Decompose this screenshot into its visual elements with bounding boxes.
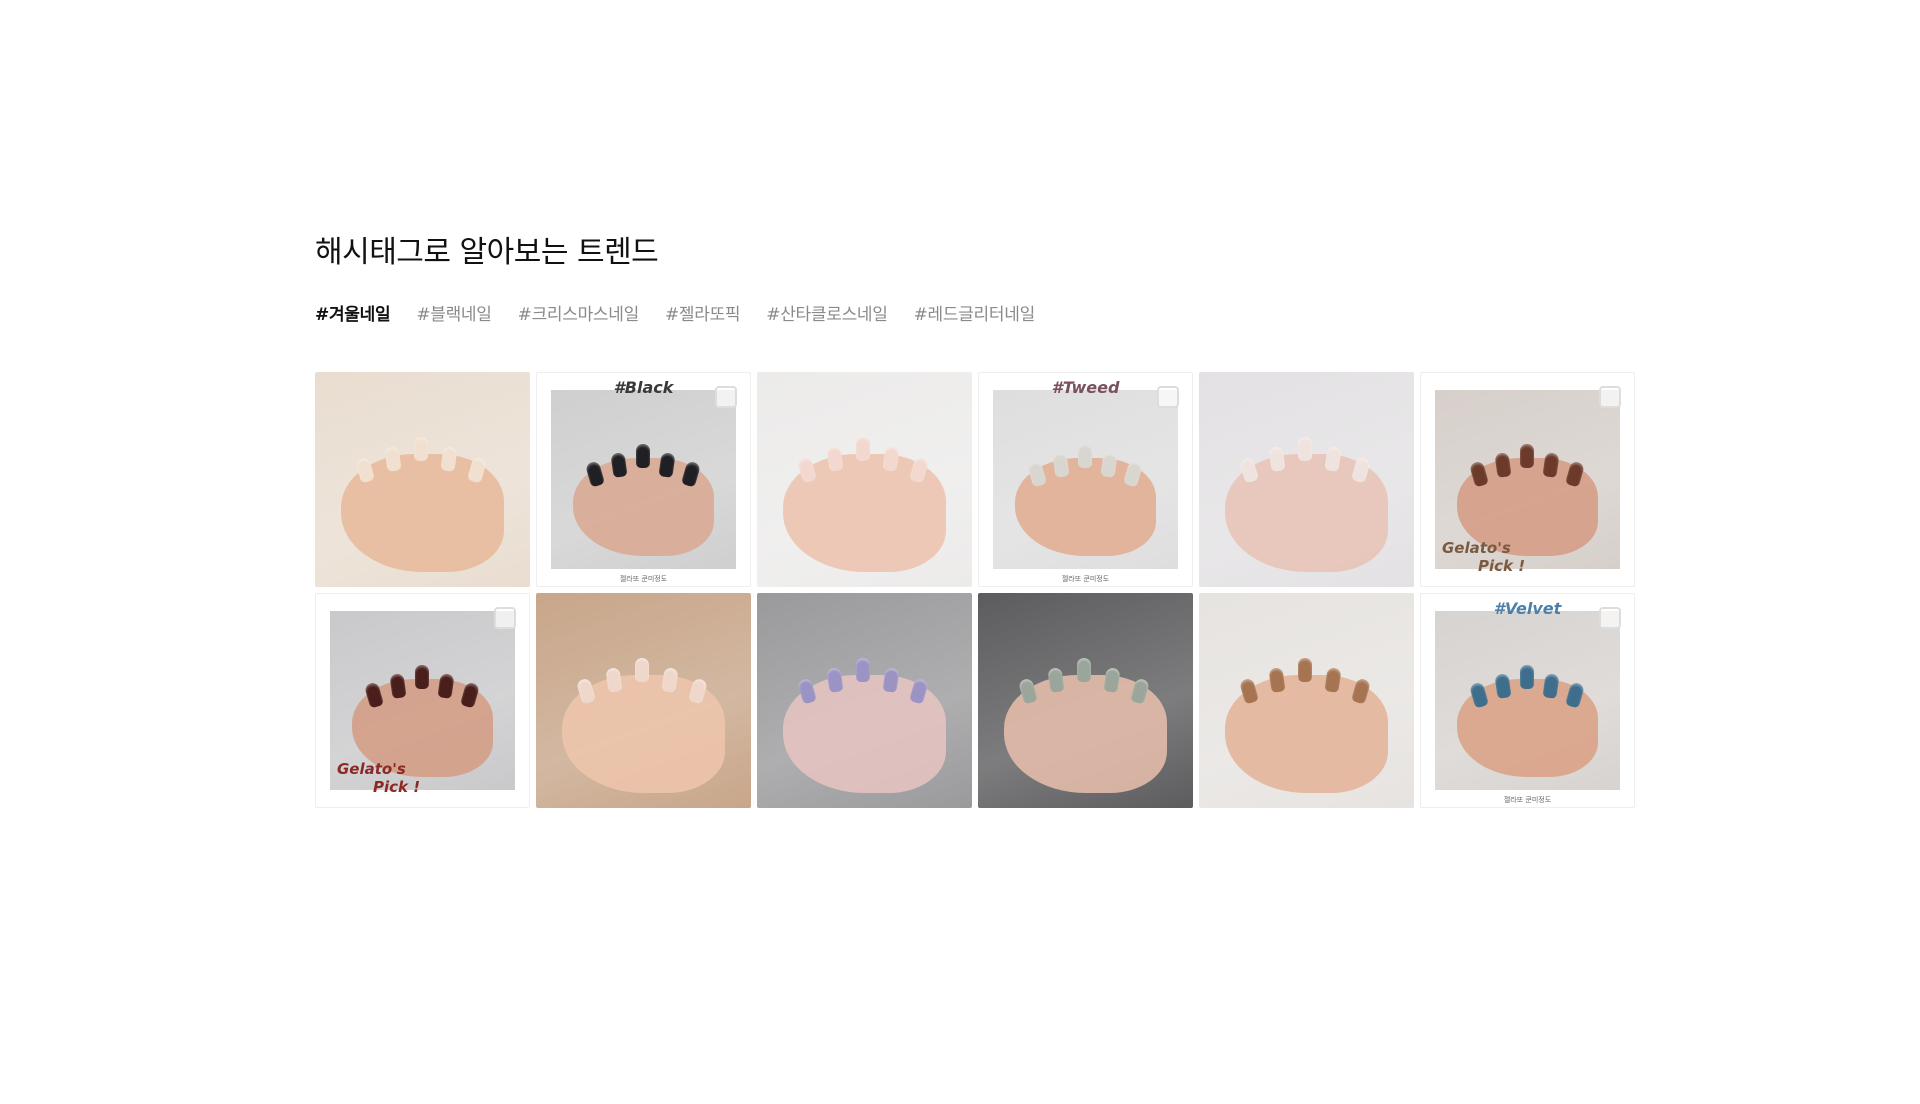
nail-shape (415, 664, 430, 689)
nail-shape (605, 667, 623, 694)
tag-christmas-nail[interactable]: #크리스마스네일 (518, 300, 640, 325)
pick-line-1: Gelato's (337, 760, 406, 778)
hashtag-tab-list: #겨울네일 #블랙네일 #크리스마스네일 #젤라또픽 #산타클로스네일 #레드글… (315, 300, 1635, 325)
section-title: 해시태그로 알아보는 트렌드 (315, 235, 659, 270)
nail-shape (1052, 451, 1070, 478)
nail-tile-1[interactable] (315, 372, 530, 587)
nail-tile-12[interactable]: #Velvet 젤라또 쿤미정도 (1420, 593, 1635, 808)
gelato-pick-badge: Gelato's Pick ! (1442, 539, 1525, 575)
gelato-pick-badge: Gelato's Pick ! (337, 760, 420, 796)
nail-shape (1268, 667, 1286, 694)
select-checkbox-icon[interactable] (1599, 386, 1621, 408)
nail-shape (413, 436, 428, 461)
nail-shape (636, 443, 651, 468)
nail-shape (855, 436, 870, 461)
nail-tile-3[interactable] (757, 372, 972, 587)
nail-tile-7[interactable]: Gelato's Pick ! (315, 593, 530, 808)
nail-shape (1520, 443, 1535, 468)
nail-shape (1520, 664, 1535, 689)
pick-line-1: Gelato's (1442, 539, 1511, 557)
photo-caption: 젤라또 쿤미정도 (1061, 575, 1110, 583)
nail-tile-8[interactable] (536, 593, 751, 808)
nail-tile-6[interactable]: Gelato's Pick ! (1420, 372, 1635, 587)
nail-photo (757, 372, 972, 587)
nail-shape (1494, 672, 1512, 699)
select-checkbox-icon[interactable] (1157, 386, 1179, 408)
nail-shape (1047, 667, 1065, 694)
select-checkbox-icon[interactable] (494, 607, 516, 629)
nail-shape (389, 672, 407, 699)
nail-image-grid: #Black 젤라또 쿤미정도 #Tweed 젤라또 쿤미정도 Gelato's… (315, 372, 1635, 814)
select-checkbox-icon[interactable] (1599, 607, 1621, 629)
pick-line-2: Pick ! (1478, 557, 1526, 575)
nail-shape (826, 446, 844, 473)
nail-photo (551, 390, 736, 569)
nail-photo (315, 372, 530, 587)
nail-shape (1297, 436, 1312, 461)
nail-shape (855, 657, 870, 682)
hashtag-trend-section: 해시태그로 알아보는 트렌드 #겨울네일 #블랙네일 #크리스마스네일 #젤라또… (315, 230, 1635, 808)
photo-caption: 젤라또 쿤미정도 (1503, 796, 1552, 804)
nail-tile-11[interactable] (1199, 593, 1414, 808)
nail-shape (1268, 446, 1286, 473)
pick-line-2: Pick ! (373, 778, 421, 796)
nail-photo (1435, 611, 1620, 790)
tag-gelato-pick[interactable]: #젤라또픽 (665, 300, 741, 325)
nail-tile-5[interactable] (1199, 372, 1414, 587)
nail-shape (1297, 657, 1312, 682)
nail-shape (1494, 451, 1512, 478)
nail-tile-4[interactable]: #Tweed 젤라또 쿤미정도 (978, 372, 1193, 587)
tag-red-glitter-nail[interactable]: #레드글리터네일 (914, 300, 1036, 325)
nail-photo (536, 593, 751, 808)
nail-shape (1076, 657, 1091, 682)
tag-winter-nail[interactable]: #겨울네일 (315, 300, 391, 325)
photo-caption: 젤라또 쿤미정도 (619, 575, 668, 583)
nail-tile-2[interactable]: #Black 젤라또 쿤미정도 (536, 372, 751, 587)
tag-black-nail[interactable]: #블랙네일 (416, 300, 492, 325)
nail-shape (610, 451, 628, 478)
nail-photo (757, 593, 972, 808)
nail-photo (978, 593, 1193, 808)
nail-shape (634, 657, 649, 682)
nail-tile-9[interactable] (757, 593, 972, 808)
nail-shape (384, 446, 402, 473)
nail-photo (1199, 372, 1414, 587)
nail-photo (1199, 593, 1414, 808)
select-checkbox-icon[interactable] (715, 386, 737, 408)
tag-santa-claus-nail[interactable]: #산타클로스네일 (766, 300, 888, 325)
nail-shape (1078, 443, 1093, 468)
nail-photo (993, 390, 1178, 569)
nail-shape (826, 667, 844, 694)
nail-tile-10[interactable] (978, 593, 1193, 808)
